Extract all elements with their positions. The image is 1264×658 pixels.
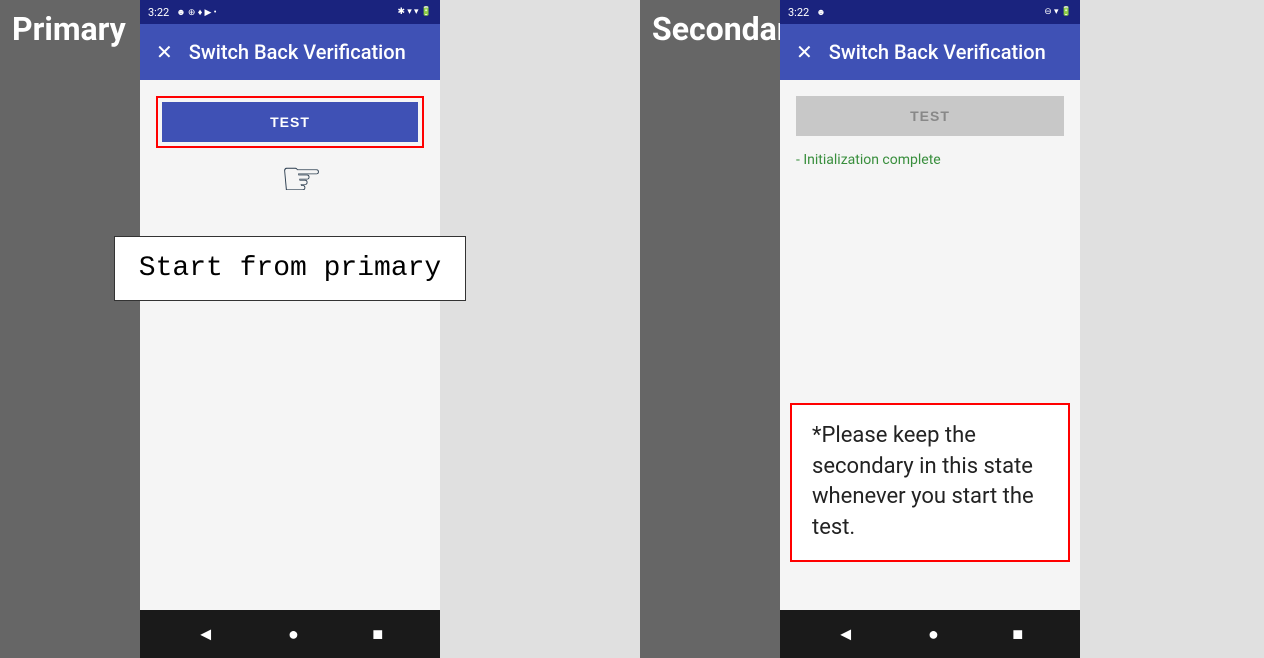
secondary-label: Secondary — [640, 0, 780, 658]
secondary-content: TEST - Initialization complete *Please k… — [780, 80, 1080, 610]
secondary-init-text: - Initialization complete — [796, 152, 941, 168]
secondary-note-box: *Please keep the secondary in this state… — [790, 403, 1070, 562]
primary-phone-frame: 3:22 ☻ ⊕ ♦ ▶ • ✱ ▾ ▾ 🔋 ✕ Switch Back Ver… — [140, 0, 440, 658]
secondary-nav-bar: ◄ ● ■ — [780, 610, 1080, 658]
primary-recents-button[interactable]: ■ — [372, 624, 383, 645]
primary-text-box: Start from primary — [114, 236, 466, 301]
primary-home-button[interactable]: ● — [288, 624, 299, 645]
primary-nav-bar: ◄ ● ■ — [140, 610, 440, 658]
primary-status-left: 3:22 ☻ ⊕ ♦ ▶ • — [148, 6, 217, 19]
secondary-panel: Secondary 3:22 ☻ ⊖ ▾ 🔋 ✕ Switch Back Ver… — [640, 0, 1264, 658]
primary-content: TEST ☞ Start from primary — [140, 80, 440, 610]
primary-time: 3:22 — [148, 6, 169, 19]
secondary-status-left: 3:22 ☻ — [788, 6, 826, 19]
secondary-recents-button[interactable]: ■ — [1012, 624, 1023, 645]
primary-test-button[interactable]: TEST — [162, 102, 418, 142]
secondary-test-button[interactable]: TEST — [796, 96, 1064, 136]
primary-panel: Primary 3:22 ☻ ⊕ ♦ ▶ • ✱ ▾ ▾ 🔋 ✕ Switch … — [0, 0, 640, 658]
secondary-home-button[interactable]: ● — [928, 624, 939, 645]
secondary-app-bar: ✕ Switch Back Verification — [780, 24, 1080, 80]
primary-status-right: ✱ ▾ ▾ 🔋 — [398, 7, 432, 17]
primary-label-text: Primary — [12, 10, 126, 48]
secondary-back-button[interactable]: ◄ — [837, 624, 855, 645]
secondary-right-space — [1080, 0, 1264, 658]
primary-app-bar-title: Switch Back Verification — [189, 40, 406, 64]
primary-label: Primary — [0, 0, 140, 658]
secondary-close-icon[interactable]: ✕ — [796, 40, 813, 64]
primary-back-button[interactable]: ◄ — [197, 624, 215, 645]
primary-test-btn-wrapper: TEST — [156, 96, 424, 148]
cursor-hand-icon: ☞ — [280, 150, 323, 207]
secondary-app-bar-title: Switch Back Verification — [829, 40, 1046, 64]
secondary-phone-frame: 3:22 ☻ ⊖ ▾ 🔋 ✕ Switch Back Verification … — [780, 0, 1080, 658]
primary-close-icon[interactable]: ✕ — [156, 40, 173, 64]
primary-status-bar: 3:22 ☻ ⊕ ♦ ▶ • ✱ ▾ ▾ 🔋 — [140, 0, 440, 24]
secondary-note-text: *Please keep the secondary in this state… — [812, 423, 1034, 540]
secondary-status-right: ⊖ ▾ 🔋 — [1044, 7, 1072, 17]
primary-app-bar: ✕ Switch Back Verification — [140, 24, 440, 80]
secondary-status-bar: 3:22 ☻ ⊖ ▾ 🔋 — [780, 0, 1080, 24]
secondary-time: 3:22 — [788, 6, 809, 19]
primary-text-content: Start from primary — [139, 253, 441, 284]
